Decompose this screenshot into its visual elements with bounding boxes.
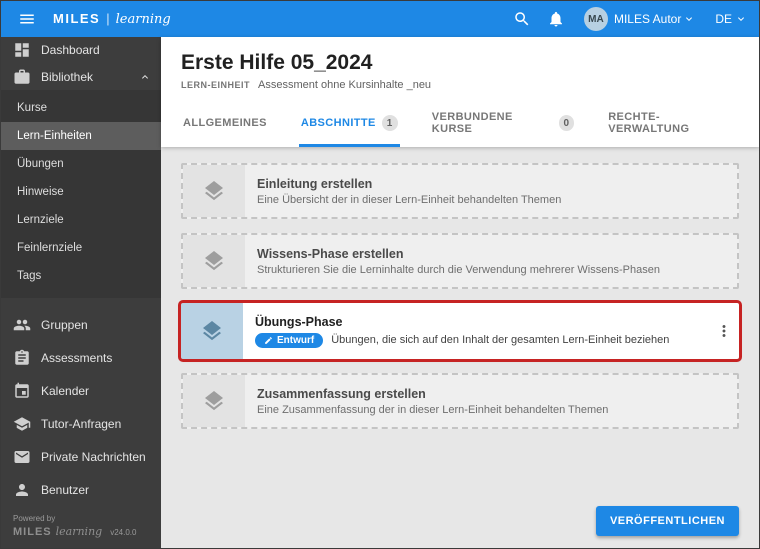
- entity-type-label: LERN-EINHEIT: [181, 80, 250, 90]
- library-icon: [13, 68, 31, 86]
- sidebar-item-bibliothek[interactable]: Bibliothek: [1, 64, 161, 91]
- sidebar-item-label: Tutor-Anfragen: [41, 416, 122, 431]
- status-badge-label: Entwurf: [277, 334, 315, 346]
- powered-by-label: Powered by: [13, 514, 56, 523]
- section-title: Einleitung erstellen: [257, 176, 373, 191]
- tab-label: VERBUNDENE KURSE: [431, 111, 513, 135]
- footer-version: v24.0.0: [110, 528, 137, 537]
- section-title: Übungs-Phase: [255, 314, 343, 329]
- brand-script: learning: [115, 12, 171, 27]
- section-card-uebungs-phase[interactable]: Übungs-Phase Entwurf Übungen, die sich a…: [178, 300, 742, 362]
- publish-button[interactable]: VERÖFFENTLICHEN: [595, 506, 739, 536]
- search-button[interactable]: [508, 5, 536, 33]
- page-header: Erste Hilfe 05_2024 LERN-EINHEIT Assessm…: [161, 37, 759, 147]
- layers-icon: [181, 303, 243, 359]
- page-title: Erste Hilfe 05_2024: [181, 51, 373, 74]
- chevron-down-icon: [738, 17, 744, 21]
- brand-name: MILES: [53, 11, 101, 26]
- sections-list: Einleitung erstellen Eine Übersicht der …: [161, 147, 759, 548]
- sidebar-item-label: Dashboard: [41, 43, 100, 58]
- tab-abschnitte[interactable]: ABSCHNITTE 1: [298, 105, 400, 147]
- tab-count-badge: 1: [381, 115, 398, 131]
- section-description: Strukturieren Sie die Lerninhalte durch …: [257, 263, 660, 276]
- sidebar-item-lernziele[interactable]: Lernziele: [1, 206, 161, 234]
- sidebar-item-label: Kalender: [41, 383, 90, 398]
- section-card-einleitung[interactable]: Einleitung erstellen Eine Übersicht der …: [181, 163, 739, 219]
- layers-icon: [183, 165, 245, 217]
- brand-divider: |: [106, 11, 110, 26]
- user-icon: [13, 481, 31, 499]
- layers-icon: [183, 375, 245, 427]
- entity-name-label: Assessment ohne Kursinhalte _neu: [258, 79, 432, 91]
- breadcrumb: LERN-EINHEIT Assessment ohne Kursinhalte…: [181, 79, 739, 91]
- sidebar-item-lern-einheiten[interactable]: Lern-Einheiten: [1, 122, 161, 150]
- dashboard-icon: [13, 41, 31, 59]
- groups-icon: [13, 316, 31, 334]
- library-submenu: Kurse Lern-Einheiten Übungen Hinweise Le…: [1, 90, 161, 298]
- mail-icon: [13, 448, 31, 466]
- sidebar-item-label: Assessments: [41, 350, 113, 365]
- sidebar-item-benutzer[interactable]: Benutzer: [1, 473, 161, 506]
- search-icon: [515, 12, 529, 26]
- tab-bar: ALLGEMEINES ABSCHNITTE 1 VERBUNDENE KURS…: [181, 105, 739, 147]
- tab-count-badge: 0: [558, 115, 575, 131]
- footer-brand-script: learning: [55, 525, 103, 538]
- layers-icon: [183, 235, 245, 287]
- section-card-zusammenfassung[interactable]: Zusammenfassung erstellen Eine Zusammenf…: [181, 373, 739, 429]
- pencil-icon: [265, 336, 272, 344]
- hamburger-menu-button[interactable]: [13, 5, 41, 33]
- sidebar-item-label: Private Nachrichten: [41, 449, 146, 464]
- sidebar-item-tutor-anfragen[interactable]: Tutor-Anfragen: [1, 407, 161, 440]
- sidebar-item-label: Bibliothek: [41, 69, 94, 84]
- sidebar-item-label: Gruppen: [41, 317, 88, 332]
- sidebar-item-private-nachrichten[interactable]: Private Nachrichten: [1, 440, 161, 473]
- hamburger-icon: [20, 14, 34, 24]
- sidebar-item-uebungen[interactable]: Übungen: [1, 150, 161, 178]
- sidebar-footer: Powered by MILES learning v24.0.0: [1, 506, 161, 548]
- tab-label: RECHTE-VERWALTUNG: [608, 111, 690, 135]
- calendar-icon: [13, 382, 31, 400]
- sidebar-item-assessments[interactable]: Assessments: [1, 341, 161, 374]
- user-menu[interactable]: MA MILES Autor: [576, 7, 695, 31]
- section-description: Übungen, die sich auf den Inhalt der ges…: [331, 334, 670, 346]
- sidebar-item-gruppen[interactable]: Gruppen: [1, 308, 161, 341]
- sidebar-item-feinlernziele[interactable]: Feinlernziele: [1, 234, 161, 262]
- avatar: MA: [583, 7, 608, 31]
- chevron-down-icon: [686, 17, 693, 21]
- main-area: Erste Hilfe 05_2024 LERN-EINHEIT Assessm…: [161, 37, 759, 548]
- section-description: Eine Übersicht der in dieser Lern-Einhei…: [257, 193, 562, 206]
- assessments-icon: [13, 349, 31, 367]
- tab-label: ALLGEMEINES: [183, 117, 267, 129]
- section-menu-button[interactable]: [709, 303, 739, 359]
- section-title: Zusammenfassung erstellen: [257, 386, 426, 401]
- footer-brand: MILES: [13, 526, 52, 538]
- tab-allgemeines[interactable]: ALLGEMEINES: [181, 105, 269, 147]
- tab-label: ABSCHNITTE: [300, 117, 376, 129]
- tab-rechte-verwaltung[interactable]: RECHTE-VERWALTUNG: [606, 105, 739, 147]
- user-name: MILES Autor: [613, 12, 682, 26]
- chevron-up-icon: [142, 74, 148, 79]
- app-window: MILES | learning MA MILES Autor DE Dashb…: [0, 0, 760, 549]
- sidebar-item-label: Benutzer: [41, 482, 90, 497]
- section-card-wissens-phase[interactable]: Wissens-Phase erstellen Strukturieren Si…: [181, 233, 739, 289]
- notifications-button[interactable]: [542, 5, 570, 33]
- brand-logo: MILES | learning: [53, 11, 171, 27]
- sidebar-item-tags[interactable]: Tags: [1, 262, 161, 290]
- bell-icon: [549, 11, 562, 27]
- section-title: Wissens-Phase erstellen: [257, 246, 404, 261]
- section-description: Eine Zusammenfassung der in dieser Lern-…: [257, 403, 609, 416]
- language-selector[interactable]: DE: [715, 12, 747, 26]
- status-badge[interactable]: Entwurf: [255, 332, 324, 348]
- sidebar-item-hinweise[interactable]: Hinweise: [1, 178, 161, 206]
- sidebar-item-kurse[interactable]: Kurse: [1, 94, 161, 122]
- tab-verbundene-kurse[interactable]: VERBUNDENE KURSE 0: [430, 105, 576, 147]
- sidebar-item-kalender[interactable]: Kalender: [1, 374, 161, 407]
- tutor-icon: [13, 415, 31, 433]
- sidebar-item-dashboard[interactable]: Dashboard: [1, 37, 161, 64]
- language-label: DE: [715, 12, 732, 26]
- kebab-menu-icon: [722, 325, 726, 337]
- topbar: MILES | learning MA MILES Autor DE: [1, 1, 759, 37]
- sidebar: Dashboard Bibliothek Kurse Lern-Einheite…: [1, 37, 161, 548]
